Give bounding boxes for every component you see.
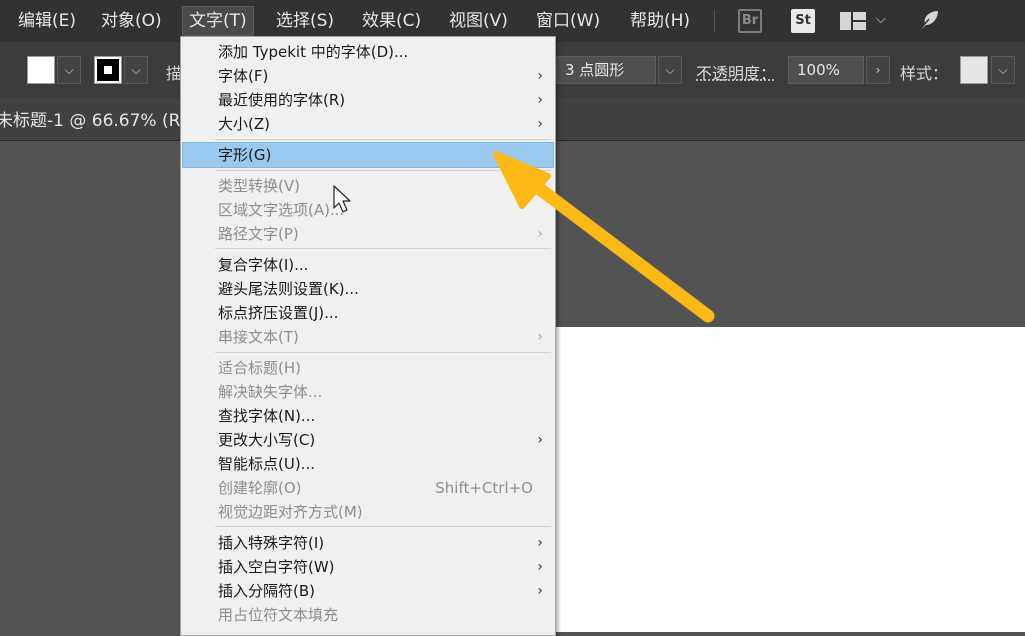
menu-item-recent-fonts[interactable]: 最近使用的字体(R) › [183,88,553,112]
menu-effect[interactable]: 效果(C) [356,7,427,35]
chevron-down-icon[interactable]: ⌵ [876,12,886,27]
menu-item-create-outlines[interactable]: 创建轮廓(O) Shift+Ctrl+O [183,476,553,500]
menu-separator [714,10,715,32]
submenu-arrow-icon: › [537,329,543,345]
menu-item-find-font[interactable]: 查找字体(N)... [183,404,553,428]
opacity-field[interactable]: 100% [788,56,864,84]
layout-icon[interactable] [840,12,866,30]
menu-separator [215,526,551,527]
menu-edit[interactable]: 编辑(E) [12,7,82,35]
submenu-arrow-icon: › [537,583,543,599]
menu-item-composite-fonts[interactable]: 复合字体(I)... [183,253,553,277]
style-label: 样式： [900,64,949,83]
menu-type[interactable]: 文字(T) [182,6,254,36]
menu-help[interactable]: 帮助(H) [624,7,696,35]
menu-item-optical-margin-alignment[interactable]: 视觉边距对齐方式(M) [183,500,553,524]
menu-item-size[interactable]: 大小(Z) › [183,112,553,136]
menu-separator [215,139,551,140]
menu-item-font[interactable]: 字体(F) › [183,64,553,88]
stock-icon[interactable]: St [791,9,815,33]
bridge-icon[interactable]: Br [738,9,762,33]
opacity-flyout-button[interactable]: › [866,56,890,84]
menu-item-glyphs[interactable]: 字形(G) [182,142,554,168]
stroke-color-swatch[interactable] [94,56,122,84]
submenu-arrow-icon: › [537,226,543,242]
fill-dropdown-button[interactable]: ⌵ [57,56,81,84]
menu-item-add-typekit-fonts[interactable]: 添加 Typekit 中的字体(D)... [183,40,553,64]
menu-item-resolve-missing-fonts[interactable]: 解决缺失字体... [183,380,553,404]
submenu-arrow-icon: › [537,68,543,84]
style-dropdown-button[interactable]: ⌵ [991,56,1015,84]
fill-color-swatch[interactable] [27,56,55,84]
style-swatch[interactable] [960,56,988,84]
document-tab[interactable]: 未标题-1 @ 66.67% (R [0,106,180,131]
menu-item-change-case[interactable]: 更改大小写(C) › [183,428,553,452]
menu-item-fill-placeholder-text[interactable]: 用占位符文本填充 [183,603,553,627]
menu-select[interactable]: 选择(S) [270,7,340,35]
menu-window[interactable]: 窗口(W) [530,7,606,35]
menu-item-kinsoku-settings[interactable]: 避头尾法则设置(K)... [183,277,553,301]
menu-item-fit-headline[interactable]: 适合标题(H) [183,356,553,380]
submenu-arrow-icon: › [537,535,543,551]
menu-item-mojikumi-settings[interactable]: 标点挤压设置(J)... [183,301,553,325]
menu-object[interactable]: 对象(O) [95,7,168,35]
feather-icon[interactable] [914,9,940,35]
type-menu-dropdown: 添加 Typekit 中的字体(D)... 字体(F) › 最近使用的字体(R)… [180,36,556,636]
menu-separator [215,170,551,171]
brush-field[interactable]: 3 点圆形 [556,56,656,84]
menu-item-insert-special-character[interactable]: 插入特殊字符(I) › [183,531,553,555]
menu-view[interactable]: 视图(V) [443,7,514,35]
menu-item-type-on-path[interactable]: 路径文字(P) › [183,222,553,246]
menu-item-threaded-text[interactable]: 串接文本(T) › [183,325,553,349]
artboard[interactable] [555,327,1025,632]
menu-separator [215,248,551,249]
menu-item-insert-break[interactable]: 插入分隔符(B) › [183,579,553,603]
menu-item-area-type-options[interactable]: 区域文字选项(A)... [183,198,553,222]
submenu-arrow-icon: › [537,116,543,132]
submenu-arrow-icon: › [537,432,543,448]
menu-item-smart-punctuation[interactable]: 智能标点(U)... [183,452,553,476]
stroke-dropdown-button[interactable]: ⌵ [124,56,148,84]
submenu-arrow-icon: › [537,92,543,108]
brush-dropdown-button[interactable]: ⌵ [658,56,682,84]
menu-item-type-conversion[interactable]: 类型转换(V) [183,174,553,198]
opacity-label[interactable]: 不透明度： [696,60,776,84]
menu-separator [215,352,551,353]
submenu-arrow-icon: › [537,559,543,575]
menu-item-insert-whitespace[interactable]: 插入空白字符(W) › [183,555,553,579]
